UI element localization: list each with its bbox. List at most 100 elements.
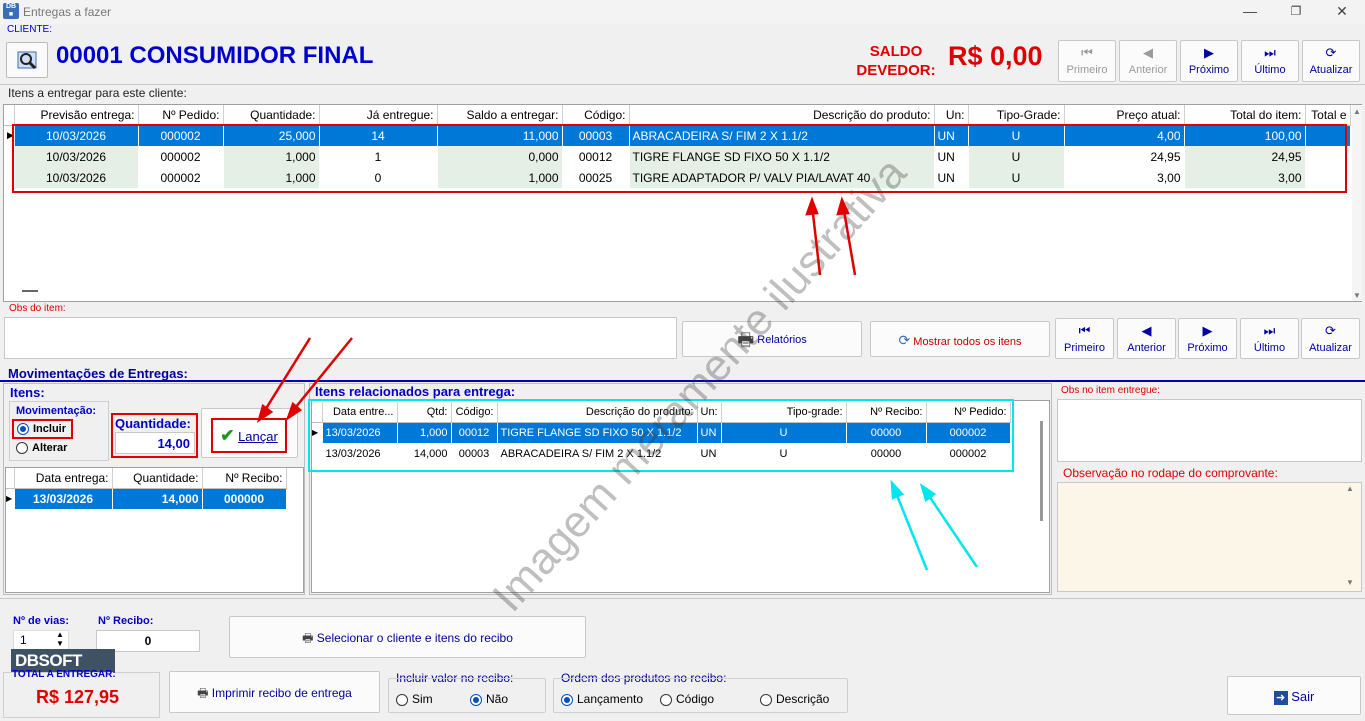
order-code-radio[interactable]: Código <box>660 692 714 706</box>
items-section-title: Itens a entregar para este cliente: <box>8 86 187 100</box>
table-row[interactable]: ▶ 13/03/2026 14,000 000000 <box>6 488 287 509</box>
alter-radio[interactable]: Alterar <box>16 442 67 455</box>
order-desc-radio[interactable]: Descrição <box>760 692 829 706</box>
next-icon: ▶ <box>1204 45 1214 60</box>
highlight-box <box>308 399 1014 472</box>
col-header[interactable]: Saldo a entregar: <box>437 105 563 126</box>
items-scrollbar[interactable] <box>1352 105 1362 301</box>
previous-item-button[interactable]: ◀ Anterior <box>1117 318 1176 359</box>
highlight-box <box>12 124 1347 193</box>
col-header[interactable]: Quantidade: <box>223 105 320 126</box>
scroll-up-icon: ▲ <box>1353 107 1361 116</box>
itens-label: Itens: <box>10 385 45 400</box>
col-header[interactable]: Preço atual: <box>1064 105 1185 126</box>
previous-button[interactable]: ◀ Anterior <box>1119 40 1177 82</box>
yes-radio[interactable]: Sim <box>396 692 433 706</box>
col-header[interactable]: Previsão entrega: <box>14 105 139 126</box>
first-item-button[interactable]: ⏮ Primeiro <box>1055 318 1114 359</box>
footer-obs-label: Observação no rodape do comprovante: <box>1063 466 1278 480</box>
prev-icon: ◀ <box>1143 45 1153 60</box>
deliveries-grid[interactable]: Data entrega: Quantidade: Nº Recibo: ▶ 1… <box>5 467 304 593</box>
balance-value: R$ 0,00 <box>948 41 1043 71</box>
quantity-input[interactable]: 14,00 <box>115 432 195 454</box>
radio-icon <box>16 442 28 455</box>
col-header[interactable]: Total e <box>1305 105 1351 126</box>
next-button[interactable]: ▶ Próximo <box>1180 40 1238 82</box>
minimize-button[interactable]: — <box>1227 0 1273 24</box>
refresh-button[interactable]: ⟳ Atualizar <box>1302 40 1360 82</box>
grid-splitter[interactable] <box>22 290 38 292</box>
deliveries-table: Data entrega: Quantidade: Nº Recibo: ▶ 1… <box>6 468 287 509</box>
section-divider <box>0 380 1365 382</box>
select-client-button[interactable]: 🖶 Selecionar o cliente e itens do recibo <box>229 616 586 658</box>
row-indicator-icon: ▶ <box>6 488 15 509</box>
refresh-items-button[interactable]: ⟳ Atualizar <box>1301 318 1360 359</box>
refresh-icon: ⟳ <box>1325 45 1337 60</box>
col-header[interactable]: Un: <box>934 105 969 126</box>
obs-delivered-field[interactable] <box>1057 399 1362 462</box>
show-all-items-button[interactable]: ⟳ Mostrar todos os itens <box>870 321 1050 357</box>
col-header[interactable]: Já entregue: <box>319 105 438 126</box>
related-title: Itens relacionados para entrega: <box>315 384 516 399</box>
include-radio[interactable]: Incluir <box>12 419 73 439</box>
window-title: Entregas a fazer <box>23 5 112 19</box>
no-radio[interactable]: Não <box>470 692 508 706</box>
search-client-button[interactable] <box>6 42 48 78</box>
radio-icon <box>760 693 772 706</box>
scroll-up-icon: ▲ <box>1346 484 1354 493</box>
launch-button[interactable]: ✔ Lançar <box>211 418 287 453</box>
col-header[interactable]: Descrição do produto: <box>629 105 935 126</box>
first-icon: ⏮ <box>1078 323 1091 338</box>
last-icon: ⏭ <box>1263 323 1276 338</box>
maximize-button[interactable]: ❐ <box>1273 0 1319 24</box>
printer-icon: 🖶 <box>737 330 755 351</box>
balance-label: SALDO DEVEDOR: <box>856 43 936 79</box>
refresh-icon: ⟳ <box>898 332 911 348</box>
order-launch-radio[interactable]: Lançamento <box>561 692 643 706</box>
obs-item-label: Obs do item: <box>9 303 66 314</box>
exit-icon: ➜ <box>1273 690 1288 705</box>
col-header[interactable]: Nº Pedido: <box>138 105 224 126</box>
last-button[interactable]: ⏭ Último <box>1241 40 1299 82</box>
last-icon: ⏭ <box>1264 45 1276 60</box>
last-item-button[interactable]: ⏭ Último <box>1240 318 1299 359</box>
related-scrollbar[interactable] <box>1040 421 1043 521</box>
stepper-arrows-icon[interactable]: ▲ ▼ <box>56 630 64 648</box>
footer-obs-field[interactable] <box>1057 482 1362 592</box>
movement-label: Movimentação: <box>16 405 97 417</box>
title-bar <box>0 0 1365 24</box>
col-header[interactable]: Tipo-Grade: <box>968 105 1065 126</box>
first-button[interactable]: ⏮ Primeiro <box>1058 40 1116 82</box>
reports-button[interactable]: 🖶 Relatórios <box>682 321 862 357</box>
col-header[interactable]: Código: <box>562 105 630 126</box>
movements-title: Movimentações de Entregas: <box>8 366 188 381</box>
vias-label: Nº de vias: <box>13 615 69 627</box>
next-icon: ▶ <box>1202 323 1213 338</box>
refresh-icon: ⟳ <box>1325 323 1336 338</box>
printer-icon: 🖶 <box>197 686 209 700</box>
exit-button[interactable]: ➜ Sair <box>1227 676 1361 715</box>
radio-icon <box>660 693 672 706</box>
radio-icon <box>470 693 482 706</box>
close-button[interactable]: ✕ <box>1319 0 1365 24</box>
prev-icon: ◀ <box>1141 323 1152 338</box>
col-header[interactable]: Total do item: <box>1184 105 1306 126</box>
obs-delivered-label: Obs no item entregue: <box>1061 385 1160 396</box>
print-receipt-button[interactable]: 🖶 Imprimir recibo de entrega <box>169 671 380 713</box>
check-icon: ✔ <box>220 426 235 445</box>
total-value: R$ 127,95 <box>36 687 120 707</box>
quantity-label: Quantidade: <box>115 416 191 431</box>
next-item-button[interactable]: ▶ Próximo <box>1178 318 1237 359</box>
app-icon: DB ■ <box>3 3 19 19</box>
scroll-down-icon: ▼ <box>1353 291 1361 300</box>
obs-item-field[interactable] <box>4 317 677 359</box>
col-header[interactable]: Data entrega: <box>14 468 113 489</box>
radio-icon <box>396 693 408 706</box>
client-name: 00001 CONSUMIDOR FINAL <box>56 42 374 69</box>
col-header[interactable]: Nº Recibo: <box>202 468 287 489</box>
recibo-label: Nº Recibo: <box>98 615 154 627</box>
col-header[interactable]: Quantidade: <box>112 468 203 489</box>
radio-icon <box>561 693 573 706</box>
scroll-down-icon: ▼ <box>1346 578 1354 587</box>
first-icon: ⏮ <box>1081 45 1093 60</box>
